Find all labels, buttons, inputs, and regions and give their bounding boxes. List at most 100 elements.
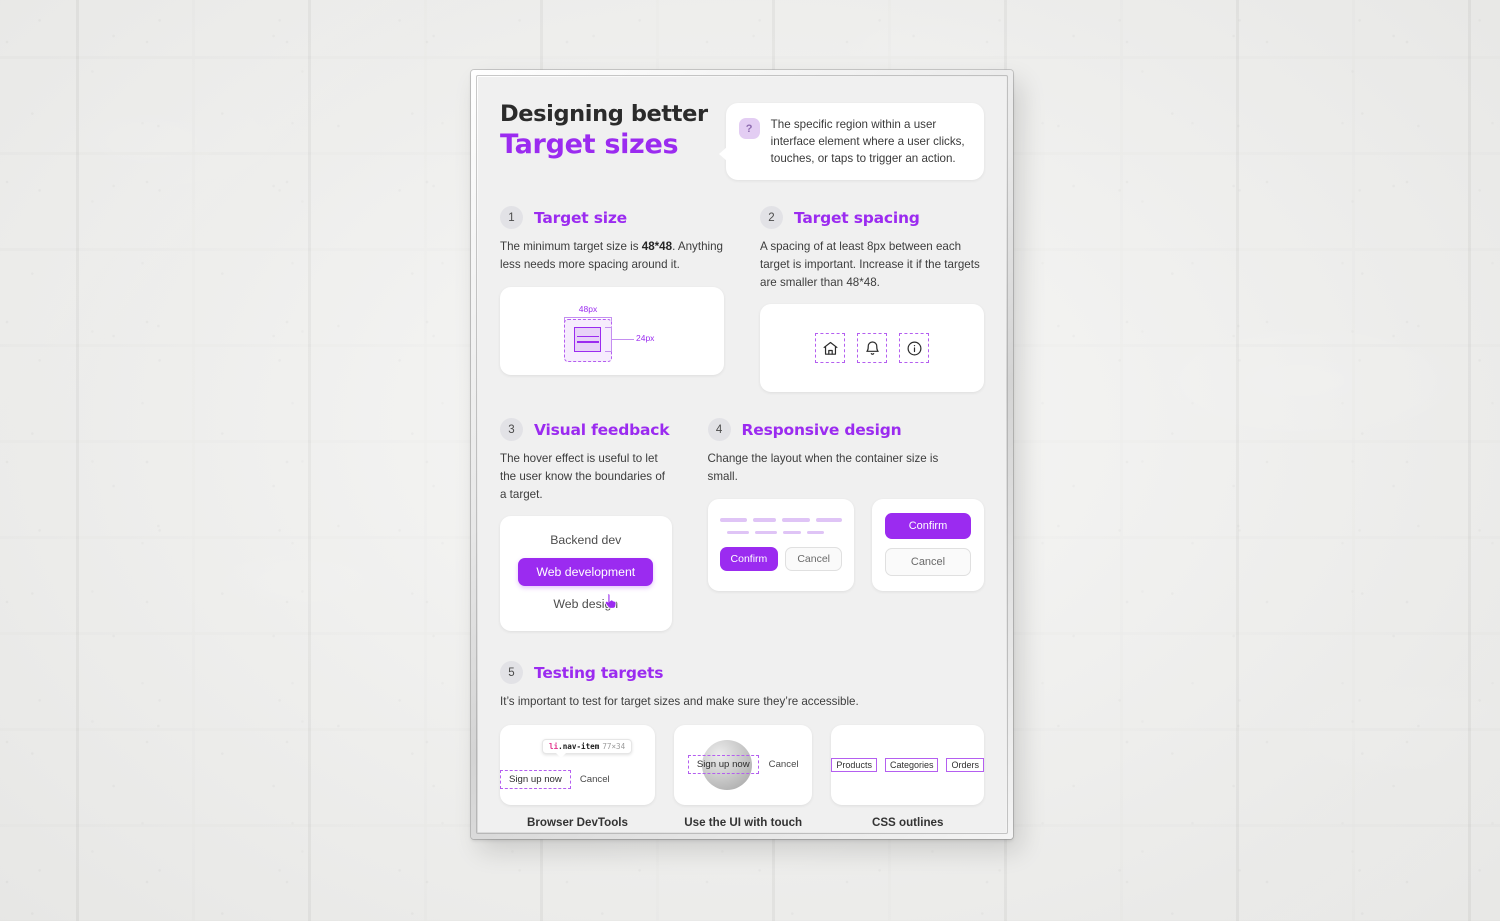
devtools-diagram: li.nav-item 77×34 Sign up now Cancel — [500, 738, 655, 791]
section-3-description: The hover effect is useful to let the us… — [500, 452, 665, 501]
brick-wall-background: Designing better Target sizes ? The spec… — [0, 0, 1500, 921]
confirm-button[interactable]: Confirm — [885, 513, 971, 540]
devtools-demo-card: li.nav-item 77×34 Sign up now Cancel — [500, 724, 655, 805]
section-2-header: 2 Target spacing — [760, 206, 984, 230]
page-title-line2: Target sizes — [500, 128, 679, 160]
section-title: Responsive design — [741, 420, 902, 439]
placeholder-line — [726, 530, 749, 535]
section-testing-targets: 5 Testing targets It’s important to test… — [500, 661, 984, 832]
wide-card-buttons: Confirm Cancel — [719, 547, 842, 572]
cursor-pointer-icon — [604, 593, 616, 609]
responsive-narrow-card: Confirm Cancel — [872, 498, 984, 591]
devtools-tooltip: li.nav-item 77×34 — [542, 738, 633, 758]
sections-row-2: 3 Visual feedback The hover effect is us… — [500, 418, 984, 635]
menu-item-backend-dev[interactable]: Backend dev — [536, 529, 635, 551]
cancel-link[interactable]: Cancel — [580, 774, 610, 785]
section-target-size: 1 Target size The minimum target size is… — [500, 206, 724, 392]
size-diagram: 48px 24px — [542, 296, 682, 366]
question-mark-icon: ? — [738, 118, 760, 139]
placeholder-line — [781, 517, 810, 522]
placeholder-line — [752, 517, 776, 522]
touch-demo-card: Sign up now Cancel — [674, 724, 813, 805]
touch-diagram: Sign up now Cancel — [687, 739, 799, 790]
section-title: Testing targets — [534, 663, 664, 682]
cancel-link[interactable]: Cancel — [769, 759, 799, 770]
outline-chip-products[interactable]: Products — [831, 757, 877, 772]
responsive-demo-row: Confirm Cancel Confirm Cancel — [707, 498, 984, 591]
element-line — [576, 341, 599, 343]
section-title: Target spacing — [794, 208, 920, 227]
cancel-button[interactable]: Cancel — [785, 547, 842, 572]
testing-card-caption: Browser DevTools — [527, 815, 628, 829]
definition-callout: ? The specific region within a user inte… — [718, 103, 984, 181]
section-number-badge: 2 — [760, 206, 783, 230]
section-4-description: Change the layout when the container siz… — [707, 452, 939, 483]
outline-chip-orders[interactable]: Orders — [946, 757, 984, 772]
element-line — [576, 335, 599, 338]
info-icon — [907, 341, 921, 356]
section-title: Visual feedback — [534, 420, 670, 439]
responsive-wide-card: Confirm Cancel — [707, 498, 854, 591]
height-dimension-bracket — [605, 326, 612, 352]
target-spacing-illustration-card — [760, 304, 984, 393]
testing-card-devtools: li.nav-item 77×34 Sign up now Cancel Brow… — [500, 724, 655, 832]
testing-card-caption: CSS outlines — [871, 815, 944, 829]
sign-up-now-target[interactable]: Sign up now — [500, 769, 571, 789]
home-icon — [823, 341, 837, 355]
spacing-tile-info — [899, 333, 929, 364]
placeholder-line — [806, 530, 824, 535]
poster-titles: Designing better Target sizes — [500, 99, 708, 160]
devtools-tag: li — [549, 741, 559, 751]
testing-card-touch: Sign up now Cancel Use the UI with touch… — [674, 724, 813, 832]
section-3-header: 3 Visual feedback — [500, 418, 672, 442]
placeholder-line — [719, 517, 747, 522]
section-1-description: The minimum target size is 48*48. Anythi… — [500, 238, 724, 273]
bell-icon — [865, 341, 879, 355]
devtools-dimensions: 77×34 — [602, 741, 626, 751]
menu-item-web-development[interactable]: Web development — [518, 558, 654, 587]
testing-card-outlines: Products Categories Orders CSS outlines … — [831, 724, 984, 832]
outline-chip-categories[interactable]: Categories — [884, 757, 939, 772]
section-2-description: A spacing of at least 8px between each t… — [760, 240, 980, 289]
placeholder-line — [815, 517, 842, 522]
placeholder-line — [754, 530, 777, 535]
section-number-badge: 3 — [500, 418, 523, 442]
poster: Designing better Target sizes ? The spec… — [478, 77, 1006, 832]
css-outlines-demo-card: Products Categories Orders — [831, 724, 984, 805]
desc-part-a: The minimum target size is — [500, 240, 642, 254]
placeholder-row-2 — [720, 530, 842, 535]
section-1-header: 1 Target size — [500, 206, 724, 230]
section-number-badge: 5 — [500, 661, 523, 685]
placeholder-line — [782, 530, 801, 535]
section-number-badge: 1 — [500, 206, 523, 230]
section-visual-feedback: 3 Visual feedback The hover effect is us… — [500, 418, 672, 632]
poster-header: Designing better Target sizes ? The spec… — [500, 99, 984, 181]
section-5-header: 5 Testing targets — [500, 661, 984, 685]
spacing-tile-home — [815, 333, 845, 364]
section-responsive-design: 4 Responsive design Change the layout wh… — [707, 418, 984, 631]
testing-card-caption: Use the UI with touch — [684, 815, 803, 829]
picture-frame: Designing better Target sizes ? The spec… — [471, 70, 1013, 839]
visual-feedback-demo-card: Backend dev Web development Web design — [500, 516, 672, 632]
visual-element-box — [574, 326, 601, 352]
width-dimension-label: 48px — [578, 303, 598, 314]
devtools-nav-row: Sign up now Cancel — [500, 769, 610, 789]
section-4-header: 4 Responsive design — [707, 418, 984, 442]
definition-text: The specific region within a user interf… — [770, 118, 965, 166]
height-dimension-label: 24px — [636, 332, 655, 343]
sections-row-1: 1 Target size The minimum target size is… — [500, 206, 984, 396]
section-title: Target size — [534, 208, 627, 227]
cancel-button[interactable]: Cancel — [885, 548, 971, 577]
spacing-tile-bell — [857, 333, 887, 364]
confirm-button[interactable]: Confirm — [719, 547, 779, 572]
section-5-description: It’s important to test for target sizes … — [500, 695, 859, 709]
sign-up-now-target[interactable]: Sign up now — [687, 755, 759, 775]
testing-cards-grid: li.nav-item 77×34 Sign up now Cancel Brow… — [500, 724, 984, 832]
desc-emphasis: 48*48 — [641, 240, 673, 254]
target-size-illustration-card: 48px 24px — [500, 286, 724, 375]
menu-item-web-design[interactable]: Web design — [539, 593, 632, 615]
outlined-nav-row: Products Categories Orders — [831, 757, 984, 772]
height-dimension-leader — [612, 338, 634, 340]
section-number-badge: 4 — [707, 418, 731, 442]
placeholder-row-1 — [719, 517, 842, 522]
